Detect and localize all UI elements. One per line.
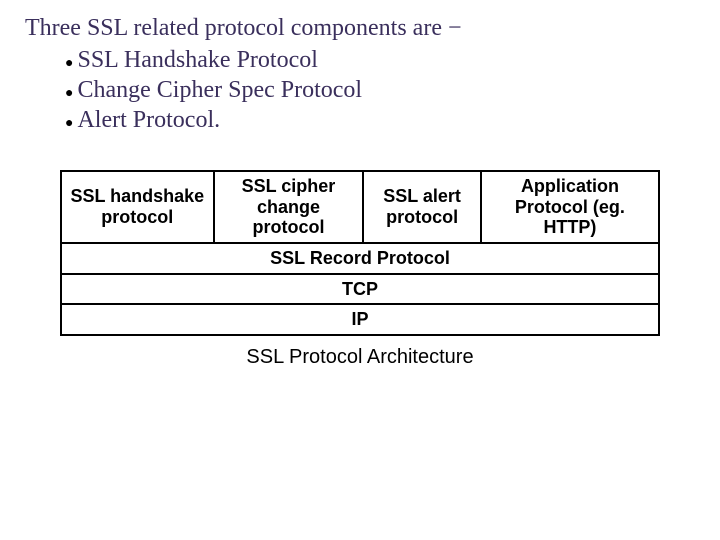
cell-handshake: SSL handshake protocol bbox=[61, 171, 214, 243]
cell-app-protocol: Application Protocol (eg. HTTP) bbox=[481, 171, 659, 243]
protocol-table: SSL handshake protocol SSL cipher change… bbox=[60, 170, 660, 336]
bullet-dot-icon: ● bbox=[65, 115, 73, 133]
list-item: ● SSL Handshake Protocol bbox=[65, 45, 695, 75]
cell-tcp: TCP bbox=[61, 274, 659, 305]
bullet-text: Alert Protocol. bbox=[77, 105, 220, 135]
cell-cipher-change: SSL cipher change protocol bbox=[214, 171, 364, 243]
diagram-caption: SSL Protocol Architecture bbox=[60, 346, 660, 369]
bullet-text: Change Cipher Spec Protocol bbox=[77, 75, 362, 105]
table-row: TCP bbox=[61, 274, 659, 305]
bullet-dot-icon: ● bbox=[65, 55, 73, 73]
table-row: SSL handshake protocol SSL cipher change… bbox=[61, 171, 659, 243]
intro-text: Three SSL related protocol components ar… bbox=[25, 15, 695, 42]
list-item: ● Change Cipher Spec Protocol bbox=[65, 75, 695, 105]
cell-record-protocol: SSL Record Protocol bbox=[61, 243, 659, 274]
bullet-list: ● SSL Handshake Protocol ● Change Cipher… bbox=[65, 45, 695, 135]
table-row: IP bbox=[61, 304, 659, 335]
table-row: SSL Record Protocol bbox=[61, 243, 659, 274]
bullet-dot-icon: ● bbox=[65, 85, 73, 103]
protocol-diagram: SSL handshake protocol SSL cipher change… bbox=[60, 170, 660, 369]
cell-ip: IP bbox=[61, 304, 659, 335]
bullet-text: SSL Handshake Protocol bbox=[77, 45, 317, 75]
list-item: ● Alert Protocol. bbox=[65, 105, 695, 135]
cell-alert: SSL alert protocol bbox=[363, 171, 481, 243]
